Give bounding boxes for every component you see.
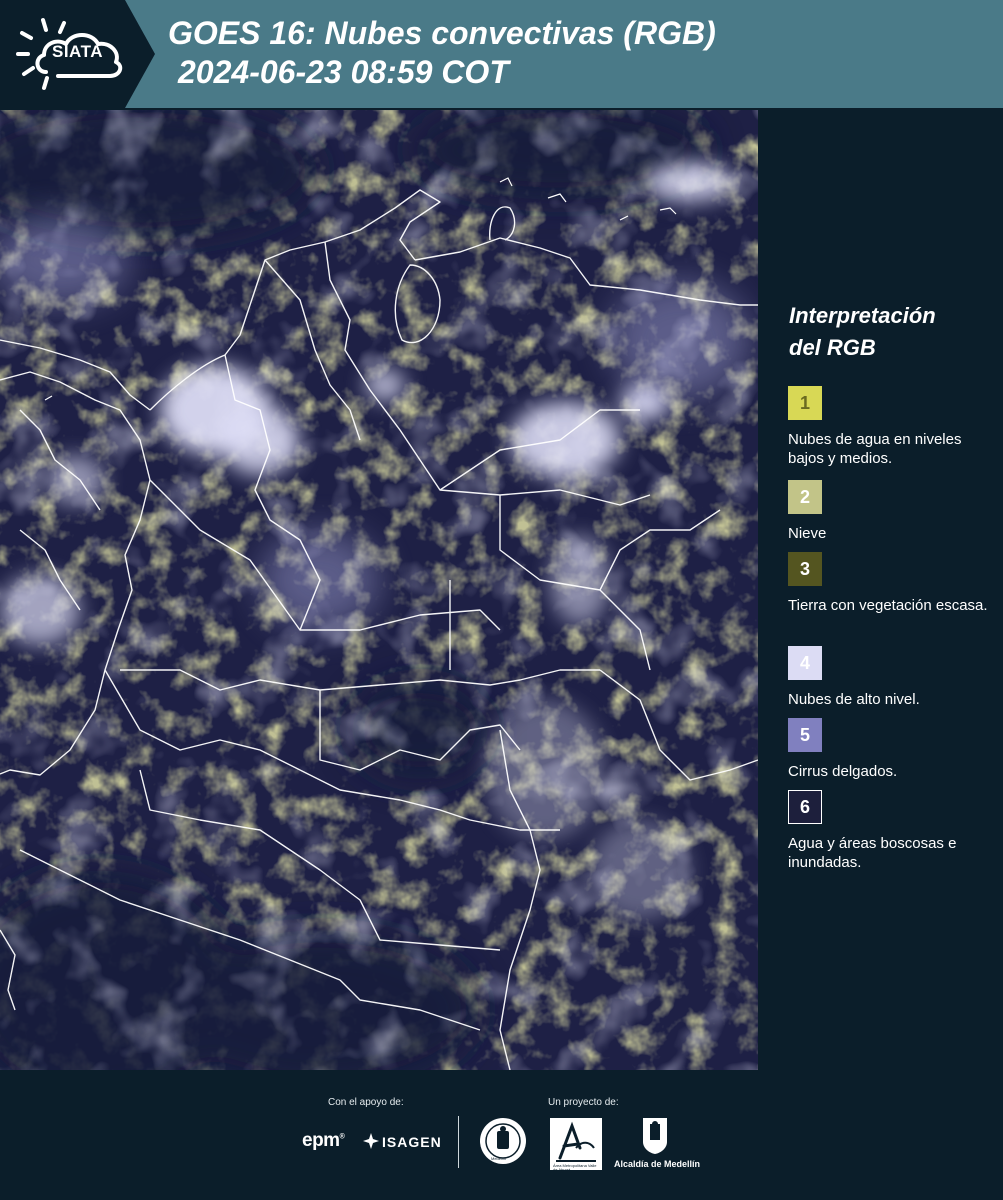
legend-label-1: Nubes de agua en niveles bajos y medios. bbox=[788, 431, 962, 467]
legend-item-6: 6 Agua y áreas boscosas e inundadas. bbox=[788, 790, 993, 872]
support-label: Con el apoyo de: bbox=[328, 1097, 404, 1108]
medellin-seal-text: Medellín bbox=[491, 1156, 507, 1161]
legend-item-1: 1 Nubes de agua en niveles bajos y medio… bbox=[788, 386, 993, 468]
isagen-icon bbox=[363, 1133, 379, 1149]
legend-title: Interpretación del RGB bbox=[789, 303, 936, 360]
legend-label-6: Agua y áreas boscosas e inundadas. bbox=[788, 835, 957, 871]
page-title: GOES 16: Nubes convectivas (RGB) bbox=[168, 15, 716, 51]
legend-item-5: 5 Cirrus delgados. bbox=[788, 718, 993, 781]
footer-divider bbox=[458, 1116, 459, 1168]
alcaldia-label: Alcaldía de Medellín bbox=[614, 1159, 701, 1169]
footer: Con el apoyo de: Un proyecto de: epm® IS… bbox=[0, 1070, 1003, 1200]
siata-logo[interactable]: SIATA bbox=[0, 0, 155, 108]
legend-panel: Interpretación del RGB 1 Nubes de agua e… bbox=[762, 110, 1003, 1070]
epm-logo[interactable]: epm® bbox=[302, 1130, 345, 1152]
legend-label-2: Nieve bbox=[788, 525, 827, 542]
satellite-image bbox=[0, 110, 758, 1070]
alcaldia-shield-icon[interactable] bbox=[640, 1116, 670, 1156]
legend-label-5: Cirrus delgados. bbox=[788, 763, 898, 780]
header-bar: SIATA GOES 16: Nubes convectivas (RGB) 2… bbox=[0, 0, 1003, 108]
legend-swatch-3: 3 bbox=[788, 552, 822, 586]
legend-label-3: Tierra con vegetación escasa. bbox=[788, 597, 988, 614]
area-metropolitana-logo-text: Área Metropolitana Valle de Aburrá bbox=[553, 1163, 597, 1172]
legend-swatch-2: 2 bbox=[788, 480, 822, 514]
legend-item-3: 3 Tierra con vegetación escasa. bbox=[788, 552, 993, 615]
legend-item-4: 4 Nubes de alto nivel. bbox=[788, 646, 993, 709]
legend-label-4: Nubes de alto nivel. bbox=[788, 691, 920, 708]
legend-swatch-6: 6 bbox=[788, 790, 822, 824]
satellite-map[interactable] bbox=[0, 110, 758, 1070]
page-datetime: 2024-06-23 08:59 COT bbox=[178, 54, 509, 90]
legend-swatch-1: 1 bbox=[788, 386, 822, 420]
project-label: Un proyecto de: bbox=[548, 1097, 619, 1108]
legend-swatch-4: 4 bbox=[788, 646, 822, 680]
legend-item-2: 2 Nieve bbox=[788, 480, 993, 543]
legend-swatch-5: 5 bbox=[788, 718, 822, 752]
logo-text: SIATA bbox=[52, 42, 103, 61]
isagen-logo[interactable]: ISAGEN bbox=[382, 1134, 442, 1150]
